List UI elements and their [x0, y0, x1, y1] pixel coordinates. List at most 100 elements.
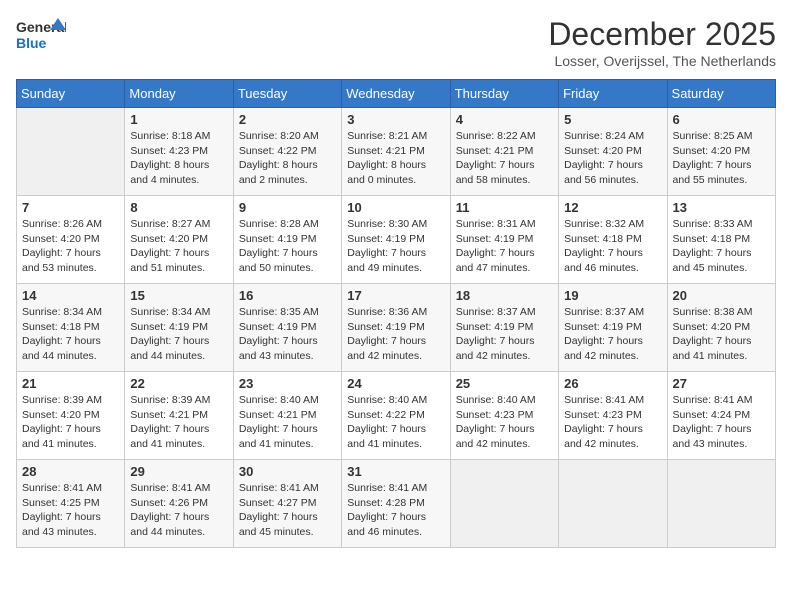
location: Losser, Overijssel, The Netherlands [548, 53, 776, 69]
day-number: 18 [456, 288, 553, 303]
day-info: Sunrise: 8:34 AMSunset: 4:18 PMDaylight:… [22, 305, 119, 364]
calendar-cell: 4 Sunrise: 8:22 AMSunset: 4:21 PMDayligh… [450, 108, 558, 196]
day-info: Sunrise: 8:32 AMSunset: 4:18 PMDaylight:… [564, 217, 661, 276]
day-info: Sunrise: 8:18 AMSunset: 4:23 PMDaylight:… [130, 129, 227, 188]
calendar-cell [667, 460, 775, 548]
day-number: 3 [347, 112, 444, 127]
day-number: 12 [564, 200, 661, 215]
day-info: Sunrise: 8:22 AMSunset: 4:21 PMDaylight:… [456, 129, 553, 188]
day-info: Sunrise: 8:39 AMSunset: 4:21 PMDaylight:… [130, 393, 227, 452]
day-number: 13 [673, 200, 770, 215]
day-number: 20 [673, 288, 770, 303]
logo: General Blue [16, 16, 66, 60]
calendar-cell: 25 Sunrise: 8:40 AMSunset: 4:23 PMDaylig… [450, 372, 558, 460]
day-number: 26 [564, 376, 661, 391]
day-number: 2 [239, 112, 336, 127]
day-number: 31 [347, 464, 444, 479]
day-number: 10 [347, 200, 444, 215]
day-number: 4 [456, 112, 553, 127]
calendar-week-row: 21 Sunrise: 8:39 AMSunset: 4:20 PMDaylig… [17, 372, 776, 460]
day-info: Sunrise: 8:41 AMSunset: 4:28 PMDaylight:… [347, 481, 444, 540]
day-info: Sunrise: 8:21 AMSunset: 4:21 PMDaylight:… [347, 129, 444, 188]
calendar-cell: 22 Sunrise: 8:39 AMSunset: 4:21 PMDaylig… [125, 372, 233, 460]
day-info: Sunrise: 8:41 AMSunset: 4:24 PMDaylight:… [673, 393, 770, 452]
calendar-cell [559, 460, 667, 548]
calendar-cell: 9 Sunrise: 8:28 AMSunset: 4:19 PMDayligh… [233, 196, 341, 284]
calendar-cell: 2 Sunrise: 8:20 AMSunset: 4:22 PMDayligh… [233, 108, 341, 196]
calendar-cell: 10 Sunrise: 8:30 AMSunset: 4:19 PMDaylig… [342, 196, 450, 284]
calendar-cell: 16 Sunrise: 8:35 AMSunset: 4:19 PMDaylig… [233, 284, 341, 372]
header-day: Monday [125, 80, 233, 108]
calendar-cell: 11 Sunrise: 8:31 AMSunset: 4:19 PMDaylig… [450, 196, 558, 284]
calendar-cell: 3 Sunrise: 8:21 AMSunset: 4:21 PMDayligh… [342, 108, 450, 196]
day-number: 22 [130, 376, 227, 391]
header-row: SundayMondayTuesdayWednesdayThursdayFrid… [17, 80, 776, 108]
header-day: Thursday [450, 80, 558, 108]
day-number: 29 [130, 464, 227, 479]
day-info: Sunrise: 8:25 AMSunset: 4:20 PMDaylight:… [673, 129, 770, 188]
day-number: 14 [22, 288, 119, 303]
calendar-week-row: 28 Sunrise: 8:41 AMSunset: 4:25 PMDaylig… [17, 460, 776, 548]
calendar-cell: 31 Sunrise: 8:41 AMSunset: 4:28 PMDaylig… [342, 460, 450, 548]
day-info: Sunrise: 8:34 AMSunset: 4:19 PMDaylight:… [130, 305, 227, 364]
day-info: Sunrise: 8:30 AMSunset: 4:19 PMDaylight:… [347, 217, 444, 276]
calendar-cell: 30 Sunrise: 8:41 AMSunset: 4:27 PMDaylig… [233, 460, 341, 548]
calendar-cell: 5 Sunrise: 8:24 AMSunset: 4:20 PMDayligh… [559, 108, 667, 196]
day-info: Sunrise: 8:31 AMSunset: 4:19 PMDaylight:… [456, 217, 553, 276]
day-number: 1 [130, 112, 227, 127]
calendar-cell: 12 Sunrise: 8:32 AMSunset: 4:18 PMDaylig… [559, 196, 667, 284]
calendar-week-row: 1 Sunrise: 8:18 AMSunset: 4:23 PMDayligh… [17, 108, 776, 196]
day-number: 25 [456, 376, 553, 391]
calendar-cell: 26 Sunrise: 8:41 AMSunset: 4:23 PMDaylig… [559, 372, 667, 460]
day-info: Sunrise: 8:37 AMSunset: 4:19 PMDaylight:… [456, 305, 553, 364]
day-info: Sunrise: 8:38 AMSunset: 4:20 PMDaylight:… [673, 305, 770, 364]
day-info: Sunrise: 8:33 AMSunset: 4:18 PMDaylight:… [673, 217, 770, 276]
day-number: 6 [673, 112, 770, 127]
day-info: Sunrise: 8:40 AMSunset: 4:22 PMDaylight:… [347, 393, 444, 452]
header-day: Sunday [17, 80, 125, 108]
day-info: Sunrise: 8:24 AMSunset: 4:20 PMDaylight:… [564, 129, 661, 188]
day-number: 27 [673, 376, 770, 391]
calendar-cell: 27 Sunrise: 8:41 AMSunset: 4:24 PMDaylig… [667, 372, 775, 460]
calendar-cell: 29 Sunrise: 8:41 AMSunset: 4:26 PMDaylig… [125, 460, 233, 548]
day-info: Sunrise: 8:28 AMSunset: 4:19 PMDaylight:… [239, 217, 336, 276]
day-number: 8 [130, 200, 227, 215]
day-info: Sunrise: 8:26 AMSunset: 4:20 PMDaylight:… [22, 217, 119, 276]
calendar-cell: 14 Sunrise: 8:34 AMSunset: 4:18 PMDaylig… [17, 284, 125, 372]
header-day: Tuesday [233, 80, 341, 108]
day-number: 19 [564, 288, 661, 303]
day-number: 17 [347, 288, 444, 303]
day-info: Sunrise: 8:37 AMSunset: 4:19 PMDaylight:… [564, 305, 661, 364]
day-info: Sunrise: 8:41 AMSunset: 4:23 PMDaylight:… [564, 393, 661, 452]
calendar-cell: 20 Sunrise: 8:38 AMSunset: 4:20 PMDaylig… [667, 284, 775, 372]
calendar-cell: 6 Sunrise: 8:25 AMSunset: 4:20 PMDayligh… [667, 108, 775, 196]
day-info: Sunrise: 8:20 AMSunset: 4:22 PMDaylight:… [239, 129, 336, 188]
day-info: Sunrise: 8:41 AMSunset: 4:25 PMDaylight:… [22, 481, 119, 540]
header-day: Saturday [667, 80, 775, 108]
calendar-week-row: 7 Sunrise: 8:26 AMSunset: 4:20 PMDayligh… [17, 196, 776, 284]
day-number: 11 [456, 200, 553, 215]
day-info: Sunrise: 8:40 AMSunset: 4:23 PMDaylight:… [456, 393, 553, 452]
logo-svg: General Blue [16, 16, 66, 60]
calendar-cell: 19 Sunrise: 8:37 AMSunset: 4:19 PMDaylig… [559, 284, 667, 372]
calendar-cell [450, 460, 558, 548]
day-number: 23 [239, 376, 336, 391]
calendar-cell: 13 Sunrise: 8:33 AMSunset: 4:18 PMDaylig… [667, 196, 775, 284]
title-block: December 2025 Losser, Overijssel, The Ne… [548, 16, 776, 69]
calendar-cell: 1 Sunrise: 8:18 AMSunset: 4:23 PMDayligh… [125, 108, 233, 196]
day-info: Sunrise: 8:40 AMSunset: 4:21 PMDaylight:… [239, 393, 336, 452]
day-number: 16 [239, 288, 336, 303]
calendar-cell: 23 Sunrise: 8:40 AMSunset: 4:21 PMDaylig… [233, 372, 341, 460]
svg-text:Blue: Blue [16, 35, 47, 51]
day-number: 24 [347, 376, 444, 391]
day-number: 5 [564, 112, 661, 127]
calendar-cell: 15 Sunrise: 8:34 AMSunset: 4:19 PMDaylig… [125, 284, 233, 372]
header-day: Wednesday [342, 80, 450, 108]
day-info: Sunrise: 8:27 AMSunset: 4:20 PMDaylight:… [130, 217, 227, 276]
day-number: 7 [22, 200, 119, 215]
day-number: 9 [239, 200, 336, 215]
calendar-cell: 7 Sunrise: 8:26 AMSunset: 4:20 PMDayligh… [17, 196, 125, 284]
day-number: 21 [22, 376, 119, 391]
calendar-cell: 24 Sunrise: 8:40 AMSunset: 4:22 PMDaylig… [342, 372, 450, 460]
calendar-cell: 8 Sunrise: 8:27 AMSunset: 4:20 PMDayligh… [125, 196, 233, 284]
